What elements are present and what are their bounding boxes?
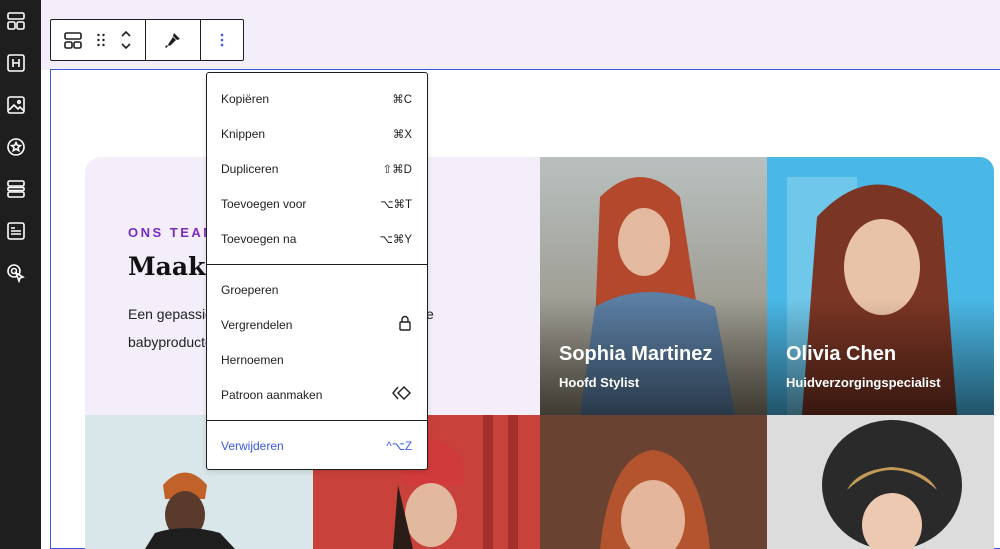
menu-divider xyxy=(207,420,427,421)
brush-icon[interactable] xyxy=(163,30,183,50)
menu-item-rename[interactable]: Hernoemen xyxy=(207,342,427,377)
lock-icon xyxy=(398,315,412,334)
heading-icon[interactable] xyxy=(5,52,27,74)
menu-label: Toevoegen voor xyxy=(221,196,307,211)
menu-item-copy[interactable]: Kopiëren ⌘C xyxy=(207,81,427,116)
team-photo-bottom-3 xyxy=(540,415,767,549)
team-eyebrow: ONS TEAM xyxy=(128,225,217,240)
block-toolbar xyxy=(50,19,244,61)
menu-label: Groeperen xyxy=(221,282,279,297)
paragraph-line2: babyproducte xyxy=(128,334,213,350)
menu-label: Dupliceren xyxy=(221,161,279,176)
move-up-down-icon[interactable] xyxy=(119,28,133,52)
menu-item-group[interactable]: Groeperen xyxy=(207,272,427,307)
paragraph-line1: Een gepassio xyxy=(128,306,213,322)
cursor-pointer-icon[interactable] xyxy=(5,262,27,284)
menu-label: Kopiëren xyxy=(221,91,270,106)
person-name: Sophia Martinez xyxy=(559,343,713,365)
menu-label: Toevoegen na xyxy=(221,231,297,246)
group-icon[interactable] xyxy=(5,178,27,200)
menu-item-cut[interactable]: Knippen ⌘X xyxy=(207,116,427,151)
menu-item-delete[interactable]: Verwijderen ^⌥Z xyxy=(207,428,427,463)
person-role: Hoofd Stylist xyxy=(559,375,640,390)
shortcut: ⌘X xyxy=(392,128,412,141)
menu-item-insert-before[interactable]: Toevoegen voor ⌥⌘T xyxy=(207,186,427,221)
menu-label: Vergrendelen xyxy=(221,317,293,332)
shortcut: ⌥⌘Y xyxy=(379,233,412,246)
person-name: Olivia Chen xyxy=(786,343,897,365)
menu-item-insert-after[interactable]: Toevoegen na ⌥⌘Y xyxy=(207,221,427,256)
menu-label: Hernoemen xyxy=(221,352,284,367)
shortcut: ⌥⌘T xyxy=(380,198,412,211)
pattern-icon[interactable] xyxy=(5,10,27,32)
pattern-diamond-icon xyxy=(392,386,412,403)
menu-label: Knippen xyxy=(221,126,266,141)
pattern-icon[interactable] xyxy=(63,30,83,50)
menu-label: Patroon aanmaken xyxy=(221,387,323,402)
team-photo-bottom-4 xyxy=(767,415,994,549)
person-role: Huidverzorgingspecialist xyxy=(786,375,941,390)
shortcut: ⇧⌘D xyxy=(382,163,412,176)
drag-handle-icon[interactable] xyxy=(96,32,106,48)
block-options-menu: Kopiëren ⌘C Knippen ⌘X Dupliceren ⇧⌘D To… xyxy=(206,72,428,470)
menu-divider xyxy=(207,264,427,265)
document-icon[interactable] xyxy=(5,220,27,242)
menu-label: Verwijderen xyxy=(221,438,284,453)
menu-item-create-pattern[interactable]: Patroon aanmaken xyxy=(207,377,427,412)
menu-item-lock[interactable]: Vergrendelen xyxy=(207,307,427,342)
menu-item-duplicate[interactable]: Dupliceren ⇧⌘D xyxy=(207,151,427,186)
star-icon[interactable] xyxy=(5,136,27,158)
inserter-rail xyxy=(0,0,41,549)
more-options-icon[interactable] xyxy=(219,32,225,48)
shortcut: ⌘C xyxy=(392,93,412,106)
image-icon[interactable] xyxy=(5,94,27,116)
shortcut: ^⌥Z xyxy=(386,440,412,453)
